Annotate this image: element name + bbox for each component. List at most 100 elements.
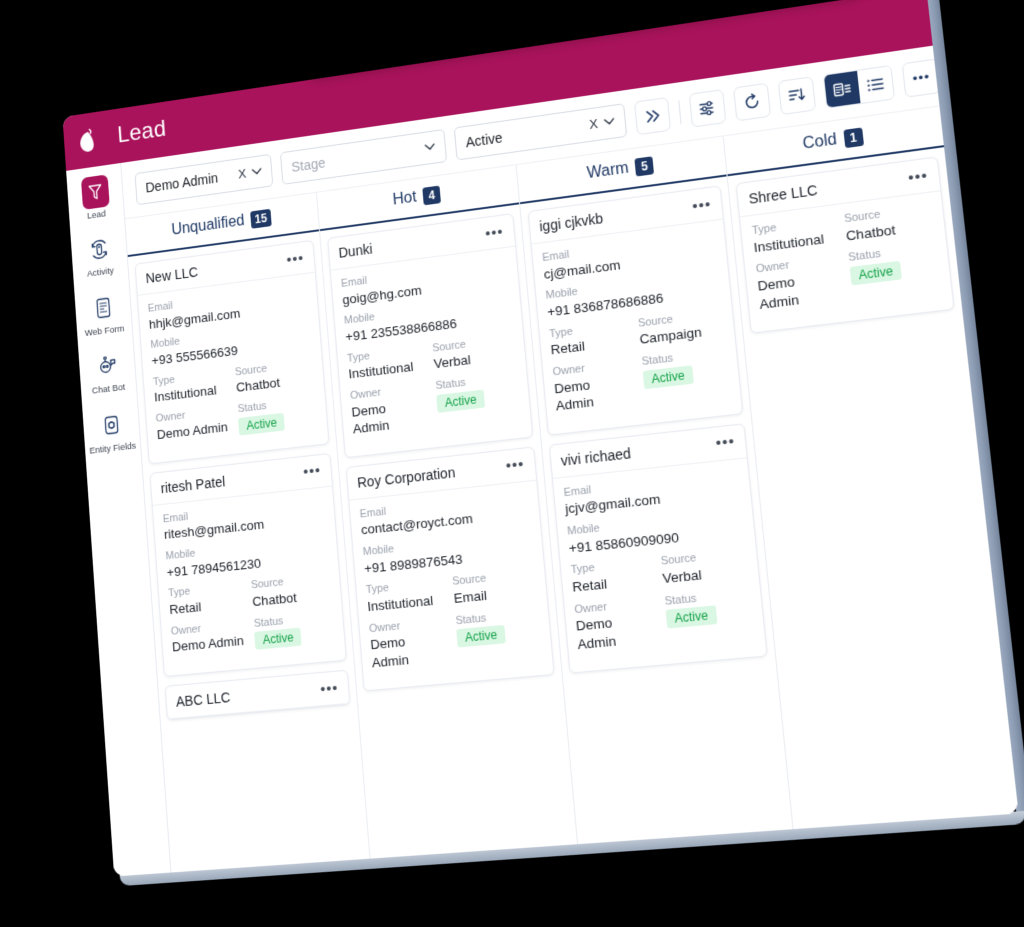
- sidebar-item-chat-bot[interactable]: Chat Bot: [80, 347, 135, 399]
- sidebar-item-label: Activity: [86, 265, 115, 280]
- status-badge: Active: [436, 389, 485, 413]
- entity-fields-icon: [96, 407, 125, 443]
- card-header: ABC LLC •••: [165, 671, 350, 720]
- lead-card[interactable]: New LLC ••• Email hhjk@gmail.com Mobile …: [134, 239, 330, 465]
- card-field-source: Source Verbal: [660, 547, 749, 588]
- sidebar-item-label: Web Form: [84, 323, 125, 339]
- card-field-source: Source Campaign: [637, 307, 724, 349]
- kanban-view-button[interactable]: [823, 70, 861, 108]
- more-horizontal-icon[interactable]: •••: [286, 249, 305, 268]
- card-field-status: Status Active: [455, 607, 541, 664]
- status-badge: Active: [456, 625, 506, 648]
- main-content: Demo Admin X Stage Active X ••• Unqualif…: [121, 45, 1019, 873]
- more-horizontal-icon[interactable]: •••: [320, 679, 339, 698]
- lead-card[interactable]: iggi cjkvkb ••• Email cj@mail.com Mobile…: [527, 185, 744, 436]
- card-field-status: Status Active: [237, 394, 317, 436]
- clear-icon[interactable]: X: [238, 166, 247, 181]
- card-body: Email jcjv@gmail.com Mobile +91 85860909…: [552, 458, 766, 673]
- sliders-icon: [698, 98, 718, 118]
- more-horizontal-icon[interactable]: •••: [715, 433, 736, 452]
- card-field-type: Type Institutional: [153, 367, 231, 406]
- card-title: iggi cjkvkb: [538, 210, 604, 235]
- clear-icon[interactable]: X: [589, 116, 599, 132]
- more-horizontal-icon: •••: [911, 68, 931, 87]
- card-field-owner: Owner Demo Admin: [350, 381, 434, 438]
- card-field-type: Type Retail: [549, 318, 635, 359]
- owner-filter[interactable]: Demo Admin X: [134, 153, 274, 205]
- lead-card[interactable]: ritesh Patel ••• Email ritesh@gmail.com: [149, 452, 347, 678]
- lead-card[interactable]: Dunki ••• Email goig@hg.com Mobile +91 2…: [326, 213, 533, 459]
- more-horizontal-icon[interactable]: •••: [907, 167, 929, 187]
- sidebar-item-entity-fields[interactable]: Entity Fields: [84, 406, 139, 458]
- more-horizontal-icon[interactable]: •••: [505, 456, 525, 475]
- card-field-type: Type Institutional: [366, 577, 449, 616]
- card-field-source: Source Chatbot: [843, 202, 934, 245]
- settings-button[interactable]: [688, 88, 727, 128]
- list-view-button[interactable]: [856, 65, 894, 103]
- kanban-view-icon: [832, 79, 852, 98]
- field-value: Demo Admin: [369, 634, 410, 671]
- web-form-icon: [88, 290, 117, 326]
- card-field-type: Type Institutional: [347, 343, 429, 383]
- card-field-owner: Owner Demo Admin: [574, 596, 663, 654]
- stage-filter[interactable]: Stage: [279, 128, 448, 185]
- card-title: New LLC: [145, 263, 199, 287]
- expand-button[interactable]: [633, 96, 672, 135]
- list-view-icon: [865, 75, 885, 94]
- card-title: Shree LLC: [747, 181, 819, 207]
- card-title: ABC LLC: [175, 689, 231, 711]
- toolbar-divider: [678, 99, 682, 124]
- search-scope-dropdown[interactable]: All: [308, 41, 365, 66]
- chat-bot-icon: [92, 348, 121, 384]
- toolbar-divider: [948, 61, 953, 86]
- card-field-owner: Owner Demo Admin: [369, 615, 454, 672]
- lead-card[interactable]: Roy Corporation ••• Email contact@royct.…: [345, 446, 555, 692]
- card-field-source: Source Chatbot: [234, 357, 314, 397]
- card-field-status: Status Active: [435, 371, 520, 429]
- status-badge: Active: [665, 605, 718, 629]
- more-horizontal-icon[interactable]: •••: [303, 462, 322, 481]
- card-field-source: Source Chatbot: [251, 572, 332, 611]
- funnel-icon: [80, 174, 110, 211]
- lead-card[interactable]: Shree LLC ••• Type Institutional Source …: [735, 156, 955, 334]
- sort-button[interactable]: [777, 75, 817, 115]
- card-field-source: Source Verbal: [432, 333, 516, 374]
- status-filter[interactable]: Active X: [453, 102, 628, 161]
- more-horizontal-icon[interactable]: •••: [485, 223, 505, 242]
- field-value: Demo Admin: [350, 400, 390, 437]
- card-title: Dunki: [337, 240, 373, 261]
- mango-logo-icon: [76, 125, 101, 156]
- more-horizontal-icon[interactable]: •••: [691, 195, 712, 215]
- status-badge: Active: [254, 627, 302, 651]
- card-body: Email cj@mail.com Mobile +91 83687868688…: [531, 220, 742, 435]
- search-scope-label: All: [321, 45, 339, 64]
- column-title: Hot: [392, 188, 418, 209]
- card-field-status: Status Active: [253, 610, 334, 651]
- refresh-button[interactable]: [733, 82, 772, 121]
- column-title: Warm: [586, 159, 630, 183]
- page-title: Lead: [116, 115, 167, 149]
- card-field-type: Type Retail: [168, 580, 247, 618]
- card-field-row: Owner Demo Admin Status Active: [574, 587, 755, 654]
- card-field-owner: Owner Demo Admin: [552, 357, 640, 416]
- sidebar-item-activity[interactable]: Activity: [72, 230, 127, 282]
- card-field-row: Owner Demo Admin Status Active: [350, 371, 521, 439]
- lead-card[interactable]: ABC LLC •••: [164, 669, 351, 721]
- card-field-status: Status Active: [848, 241, 941, 302]
- sidebar-item-label: Entity Fields: [89, 440, 137, 457]
- status-badge: 15: [250, 208, 272, 229]
- lead-card[interactable]: vivi richaed ••• Email jcjv@gmail.com Mo…: [548, 423, 769, 675]
- field-value: Demo Admin: [575, 615, 617, 653]
- card-body: Email hhjk@gmail.com Mobile +93 55556663…: [138, 273, 328, 463]
- card-field-status: Status Active: [664, 587, 755, 646]
- sidebar-item-lead[interactable]: Lead: [68, 173, 123, 225]
- card-field-row: Owner Demo Admin Status Active: [552, 346, 730, 415]
- chevron-down-icon: [343, 48, 354, 56]
- sort-descending-icon: [787, 85, 807, 106]
- app-window: All X Lead: [62, 0, 1019, 877]
- field-value: Demo Admin: [553, 376, 595, 414]
- owner-filter-value: Demo Admin: [144, 169, 219, 195]
- card-field-owner: Owner Demo Admin: [171, 618, 251, 658]
- status-filter-value: Active: [465, 129, 504, 150]
- sidebar-item-web-form[interactable]: Web Form: [76, 288, 131, 340]
